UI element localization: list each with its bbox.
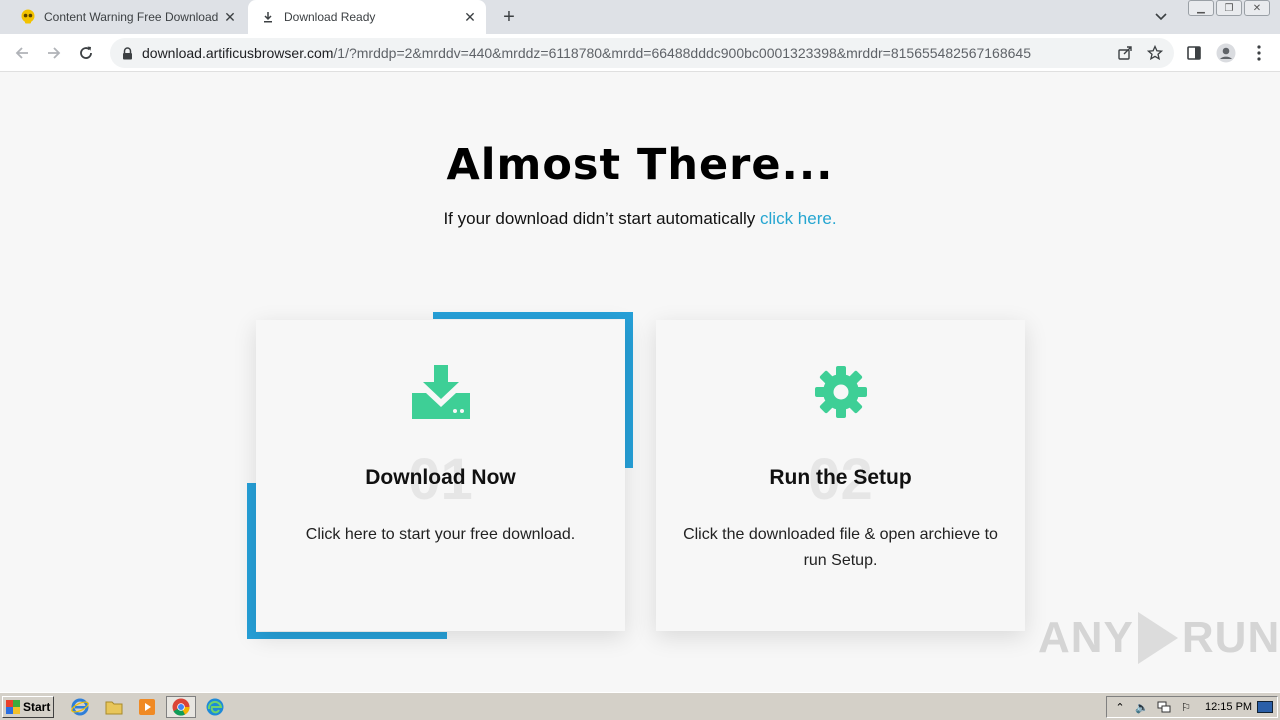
gear-icon — [656, 364, 1025, 420]
reload-icon[interactable] — [75, 42, 97, 64]
back-icon[interactable] — [11, 42, 33, 64]
chevron-down-icon[interactable] — [1152, 8, 1170, 26]
download-drive-icon — [256, 364, 625, 420]
card-description: Click the downloaded file & open archiev… — [683, 526, 998, 569]
internet-explorer-icon[interactable] — [70, 697, 90, 717]
taskbar: Start ⌃ 🔈 ⚐ 12:15 PM — [0, 692, 1280, 720]
tab-download-ready[interactable]: Download Ready ✕ — [248, 0, 486, 34]
edge-icon[interactable] — [205, 697, 225, 717]
click-here-link[interactable]: click here. — [760, 209, 837, 228]
play-logo-icon — [1137, 612, 1178, 664]
chrome-taskbar-button[interactable] — [166, 696, 196, 718]
tab-content-warning[interactable]: Content Warning Free Download (v1. ✕ — [8, 0, 246, 34]
url-path: /1/?mrddp=2&mrddv=440&mrddz=6118780&mrdd… — [333, 45, 1031, 61]
url-text: download.artificusbrowser.com/1/?mrddp=2… — [142, 45, 1114, 61]
window-controls: ▁ ❐ ✕ — [1186, 0, 1270, 18]
action-center-flag-icon[interactable]: ⚐ — [1177, 699, 1195, 715]
download-icon — [260, 9, 276, 25]
restore-button[interactable]: ❐ — [1216, 0, 1242, 16]
system-tray: ⌃ 🔈 ⚐ 12:15 PM — [1106, 696, 1278, 718]
watermark-right-text: RUN — [1181, 613, 1280, 662]
menu-kebab-icon[interactable] — [1248, 42, 1270, 64]
watermark-left-text: ANY — [1038, 613, 1134, 662]
network-icon[interactable] — [1155, 699, 1173, 715]
media-player-icon[interactable] — [137, 697, 157, 717]
browser-toolbar: download.artificusbrowser.com/1/?mrddp=2… — [0, 34, 1280, 72]
start-button[interactable]: Start — [2, 696, 54, 718]
tab-strip: Content Warning Free Download (v1. ✕ Dow… — [0, 0, 1280, 34]
card-description: Click here to start your free download. — [305, 526, 576, 543]
page-content: Almost There... If your download didn’t … — [0, 72, 1280, 692]
tab-title: Content Warning Free Download (v1. — [44, 10, 220, 24]
start-label: Start — [23, 700, 51, 714]
show-hidden-icons-icon[interactable]: ⌃ — [1111, 699, 1129, 715]
url-host: download.artificusbrowser.com — [142, 45, 334, 61]
file-explorer-icon[interactable] — [104, 697, 124, 717]
download-hint-text: If your download didn’t start automatica… — [443, 209, 761, 228]
download-hint: If your download didn’t start automatica… — [0, 209, 1280, 229]
lock-icon[interactable] — [120, 46, 134, 60]
tab-title: Download Ready — [284, 10, 376, 24]
side-panel-icon[interactable] — [1183, 42, 1205, 64]
card-title: Download Now — [365, 466, 516, 489]
minimize-button[interactable]: ▁ — [1188, 0, 1214, 16]
download-now-card[interactable]: 01 Download Now Click here to start your… — [256, 320, 625, 631]
page-title: Almost There... — [446, 140, 834, 190]
address-bar[interactable]: download.artificusbrowser.com/1/?mrddp=2… — [110, 38, 1174, 68]
show-desktop-icon[interactable] — [1256, 699, 1274, 715]
taskbar-clock[interactable]: 12:15 PM — [1205, 701, 1252, 713]
new-tab-button[interactable]: + — [498, 6, 520, 28]
anyrun-watermark: ANY RUN — [1038, 612, 1280, 664]
bookmark-star-icon[interactable] — [1144, 42, 1166, 64]
close-tab-icon[interactable]: ✕ — [460, 7, 480, 27]
windows-logo-icon — [6, 700, 20, 714]
skull-icon — [20, 9, 36, 25]
share-icon[interactable] — [1114, 42, 1136, 64]
run-setup-card[interactable]: 02 Run the Setup Click the downloaded fi… — [656, 320, 1025, 631]
forward-icon[interactable] — [43, 42, 65, 64]
profile-avatar-icon[interactable] — [1215, 42, 1237, 64]
card-title: Run the Setup — [769, 466, 912, 489]
close-window-button[interactable]: ✕ — [1244, 0, 1270, 16]
volume-icon[interactable]: 🔈 — [1133, 699, 1151, 715]
close-tab-icon[interactable]: ✕ — [220, 7, 240, 27]
